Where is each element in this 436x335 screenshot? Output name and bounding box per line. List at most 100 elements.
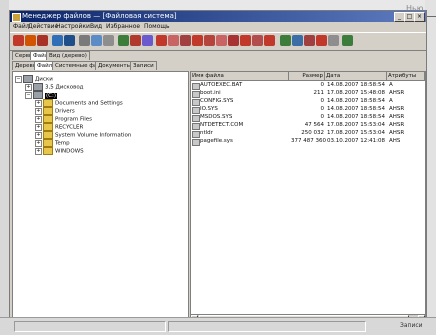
tool-icon-11[interactable] (280, 35, 291, 46)
expand-icon[interactable]: + (35, 131, 42, 139)
folder-icon (43, 147, 53, 155)
file-row[interactable]: CONFIG.SYS 0 14.08.2007 18:58:54 A (191, 98, 425, 106)
tree-item[interactable]: +3,5 Дисковод (25, 83, 84, 91)
expand-icon[interactable]: + (35, 99, 42, 107)
tool-icon-2[interactable] (168, 35, 179, 46)
file-icon (192, 123, 200, 130)
tab-view[interactable]: Вид (дерево) (46, 51, 90, 60)
tree-item-label: System Volume Information (55, 132, 132, 139)
file-size: 250 032 (301, 130, 324, 136)
search-icon[interactable] (91, 35, 102, 46)
tool-icon-4[interactable] (192, 35, 203, 46)
tree-item[interactable]: + RECYCLER (35, 123, 83, 131)
tool-icon-3[interactable] (180, 35, 191, 46)
tool-icon-6[interactable] (216, 35, 227, 46)
file-row[interactable]: pagefile.sys 377 487 360 03.10.2007 12:41:… (191, 138, 425, 146)
file-row[interactable]: AUTOEXEC.BAT 0 14.08.2007 18:58:54 A (191, 82, 425, 90)
tool-icon-13[interactable] (304, 35, 315, 46)
file-name: boot.ini (200, 90, 221, 96)
tree-item[interactable]: − (C:) (25, 91, 57, 99)
file-date: 03.10.2007 12:41:08 (327, 138, 385, 144)
menu-settings[interactable]: Настройки (56, 22, 90, 31)
file-row[interactable]: MSDOS.SYS 0 14.08.2007 18:58:54 AHSR (191, 114, 425, 122)
folder-icon (43, 131, 53, 139)
drive-icon (33, 91, 43, 99)
file-attributes: AHS (389, 138, 401, 144)
file-date: 17.08.2007 15:53:04 (327, 122, 385, 128)
menu-favorites[interactable]: Избранное (106, 22, 140, 31)
expand-icon[interactable]: + (35, 107, 42, 115)
save-icon[interactable] (52, 35, 63, 46)
file-icon (192, 83, 200, 90)
column-attributes[interactable]: Атрибуты (387, 72, 425, 80)
file-row[interactable]: ntldr 250 032 17.08.2007 15:53:04 AHSR (191, 130, 425, 138)
file-name: ntldr (200, 130, 213, 136)
tool-icon-10[interactable] (264, 35, 275, 46)
tool-icon-14[interactable] (316, 35, 327, 46)
status-segment (168, 321, 366, 332)
tree-item[interactable]: + Drivers (35, 107, 75, 115)
cut-icon[interactable] (130, 35, 141, 46)
file-attributes: A (389, 82, 393, 88)
stop-icon[interactable] (13, 35, 24, 46)
expand-icon[interactable]: + (35, 115, 42, 123)
column-name[interactable]: Имя файла (191, 72, 289, 80)
file-attributes: AHSR (389, 122, 405, 128)
tree-item[interactable]: + WINDOWS (35, 147, 84, 155)
expand-icon[interactable]: + (25, 83, 32, 91)
tab-documents[interactable]: Документы (95, 61, 134, 70)
tree-item[interactable]: − Диски (15, 75, 53, 83)
drive-icon (33, 83, 43, 91)
collapse-icon[interactable]: − (15, 75, 22, 83)
file-row[interactable]: boot.ini 211 17.08.2007 15:48:08 AHSR (191, 90, 425, 98)
file-attributes: AHSR (389, 90, 405, 96)
tool-icon-15[interactable] (328, 35, 339, 46)
tree-item[interactable]: + Temp (35, 139, 70, 147)
column-date[interactable]: Дата (325, 72, 387, 80)
file-date: 17.08.2007 15:53:04 (327, 130, 385, 136)
status-right-text: Записи (400, 322, 423, 329)
disk-icon[interactable] (64, 35, 75, 46)
tool-icon-1[interactable] (156, 35, 167, 46)
new-folder-icon[interactable] (118, 35, 129, 46)
tool-icon-8[interactable] (240, 35, 251, 46)
menu-action[interactable]: Действие (28, 22, 58, 31)
tool-icon-12[interactable] (292, 35, 303, 46)
tool-icon-9[interactable] (252, 35, 263, 46)
file-attributes: A (389, 98, 393, 104)
properties-icon[interactable] (79, 35, 90, 46)
collapse-icon[interactable]: − (25, 91, 32, 99)
tool-icon-5[interactable] (204, 35, 215, 46)
menu-help[interactable]: Помощь (144, 22, 170, 31)
file-attributes: AHSR (389, 106, 405, 112)
title-bar[interactable]: Менеджер файлов — [Файловая система] _ □… (10, 11, 426, 22)
file-row[interactable]: IO.SYS 0 14.08.2007 18:58:54 AHSR (191, 106, 425, 114)
file-name: NTDETECT.COM (200, 122, 244, 128)
delete-icon[interactable] (37, 35, 48, 46)
tree-item[interactable]: + Program Files (35, 115, 92, 123)
file-date: 14.08.2007 18:58:54 (327, 98, 385, 104)
tool-icon-16[interactable] (342, 35, 353, 46)
refresh-icon[interactable] (25, 35, 36, 46)
file-size: 377 487 360 (291, 138, 326, 144)
folder-tree-panel: − Диски +3,5 Дисковод − (C:) + Documents an… (12, 71, 189, 323)
column-size[interactable]: Размер (289, 72, 325, 80)
close-button[interactable]: × (414, 12, 425, 22)
file-name: IO.SYS (200, 106, 218, 112)
tree-item[interactable]: + System Volume Information (35, 131, 131, 139)
file-name: AUTOEXEC.BAT (200, 82, 243, 88)
tool-icon-7[interactable] (228, 35, 239, 46)
copy-icon[interactable] (103, 35, 114, 46)
file-row[interactable]: NTDETECT.COM 47 564 17.08.2007 15:53:04 AHS… (191, 122, 425, 130)
expand-icon[interactable]: + (35, 123, 42, 131)
tree-item-label: Documents and Settings (55, 100, 123, 107)
tree-item[interactable]: + Documents and Settings (35, 99, 123, 107)
tree-item-label: Drivers (55, 108, 75, 115)
folder-icon (43, 123, 53, 131)
paste-icon[interactable] (142, 35, 153, 46)
window-title: Менеджер файлов — [Файловая система] (22, 12, 177, 20)
menu-view[interactable]: Вид (90, 22, 102, 31)
expand-icon[interactable]: + (35, 139, 42, 147)
tab-records[interactable]: Записи (130, 61, 157, 70)
expand-icon[interactable]: + (35, 147, 42, 155)
